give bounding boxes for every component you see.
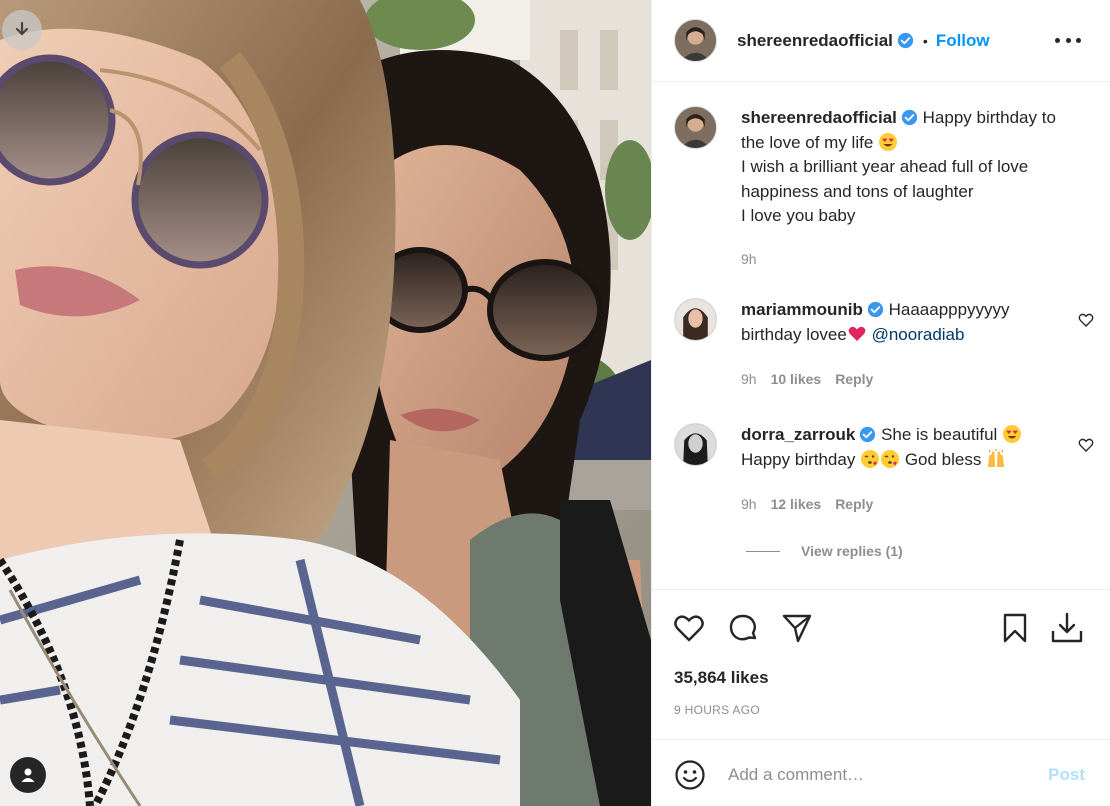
verified-badge-icon (860, 426, 876, 443)
download-icon[interactable] (2, 10, 42, 50)
photo-image (0, 0, 651, 806)
comment-time[interactable]: 9h (741, 367, 757, 392)
comment-item: mariammounib Haaaapppyyyyy birthday love… (674, 298, 1094, 392)
red-heart-emoji-icon (848, 326, 866, 341)
separator-dot: • (922, 32, 928, 49)
comment-text-line2: birthday lovee (741, 324, 847, 344)
comment-text-line1: Haaaapppyyyyy (888, 300, 1010, 319)
comment-body: mariammounib Haaaapppyyyyy birthday love… (741, 298, 1071, 392)
view-replies-line (746, 550, 780, 552)
reply-button[interactable]: Reply (835, 367, 873, 392)
caption-time[interactable]: 9h (741, 247, 757, 272)
post-photo[interactable] (0, 0, 651, 806)
heart-eyes-emoji-icon (879, 132, 898, 151)
user-tag-icon[interactable] (10, 757, 46, 793)
commenter-username[interactable]: mariammounib (741, 300, 863, 319)
comment-item: dorra_zarrouk She is beautiful Happy bir… (674, 423, 1094, 517)
heart-eyes-emoji-icon (1003, 425, 1022, 443)
comment-meta: 9h 12 likes Reply (741, 492, 1071, 517)
comment-text-line2a: Happy birthday (741, 449, 856, 469)
verified-badge-icon (867, 301, 884, 318)
like-comment-heart-icon[interactable] (1078, 437, 1094, 453)
commenter-username[interactable]: dorra_zarrouk (741, 425, 855, 444)
author-info: shereenredaofficial • Follow (737, 31, 990, 51)
save-icon[interactable] (998, 611, 1032, 645)
comment-text-line2b: God bless (904, 449, 982, 469)
view-replies-button[interactable]: View replies (1) (746, 543, 903, 559)
comment-likes[interactable]: 12 likes (771, 492, 822, 517)
caption-text-line1: Happy birthday (922, 108, 1037, 127)
more-options-icon[interactable] (1055, 30, 1081, 50)
comment-likes[interactable]: 10 likes (771, 367, 822, 392)
kissing-face-emoji-icon (881, 449, 900, 468)
comment-mention[interactable]: @nooradiab (872, 325, 965, 344)
comment-text-line1: She is beautiful (881, 425, 998, 444)
caption-avatar[interactable] (674, 106, 717, 149)
kissing-face-emoji-icon (861, 449, 880, 468)
comments-list[interactable]: shereenredaofficial Happy birthday to th… (652, 82, 1110, 588)
commenter-avatar[interactable] (674, 423, 717, 466)
emoji-icon[interactable] (674, 759, 706, 791)
author-username[interactable]: shereenredaofficial (737, 31, 893, 51)
comment-input[interactable] (728, 760, 1018, 790)
raised-hands-emoji-icon (988, 448, 1005, 467)
reply-button[interactable]: Reply (835, 492, 873, 517)
add-comment-bar: Post (652, 739, 1110, 806)
caption-username[interactable]: shereenredaofficial (741, 108, 897, 127)
share-icon[interactable] (780, 611, 814, 645)
caption-text-rest: I wish a brilliant year ahead full of lo… (741, 157, 1029, 225)
comment-body: dorra_zarrouk She is beautiful Happy bir… (741, 423, 1071, 517)
heart-icon[interactable] (672, 611, 706, 645)
follow-button[interactable]: Follow (936, 31, 990, 51)
caption-meta: 9h (741, 247, 1071, 272)
view-replies-label: View replies (1) (801, 543, 903, 559)
caption: shereenredaofficial Happy birthday to th… (674, 106, 1094, 271)
likes-count[interactable]: 35,864 likes (674, 668, 769, 688)
verified-badge-icon (897, 32, 914, 49)
action-bar: 35,864 likes 9 HOURS AGO (652, 589, 1110, 739)
post-header: shereenredaofficial • Follow (652, 0, 1110, 82)
like-comment-heart-icon[interactable] (1078, 312, 1094, 328)
comment-meta: 9h 10 likes Reply (741, 367, 1071, 392)
comment-icon[interactable] (726, 611, 760, 645)
caption-body: shereenredaofficial Happy birthday to th… (741, 106, 1071, 271)
post-side-panel: shereenredaofficial • Follow shereenreda… (651, 0, 1110, 806)
verified-badge-icon (901, 109, 918, 126)
commenter-avatar[interactable] (674, 298, 717, 341)
post-comment-button[interactable]: Post (1048, 765, 1085, 785)
comment-time[interactable]: 9h (741, 492, 757, 517)
author-avatar[interactable] (674, 19, 717, 62)
post-timestamp[interactable]: 9 HOURS AGO (674, 703, 760, 717)
download-post-icon[interactable] (1050, 611, 1084, 645)
